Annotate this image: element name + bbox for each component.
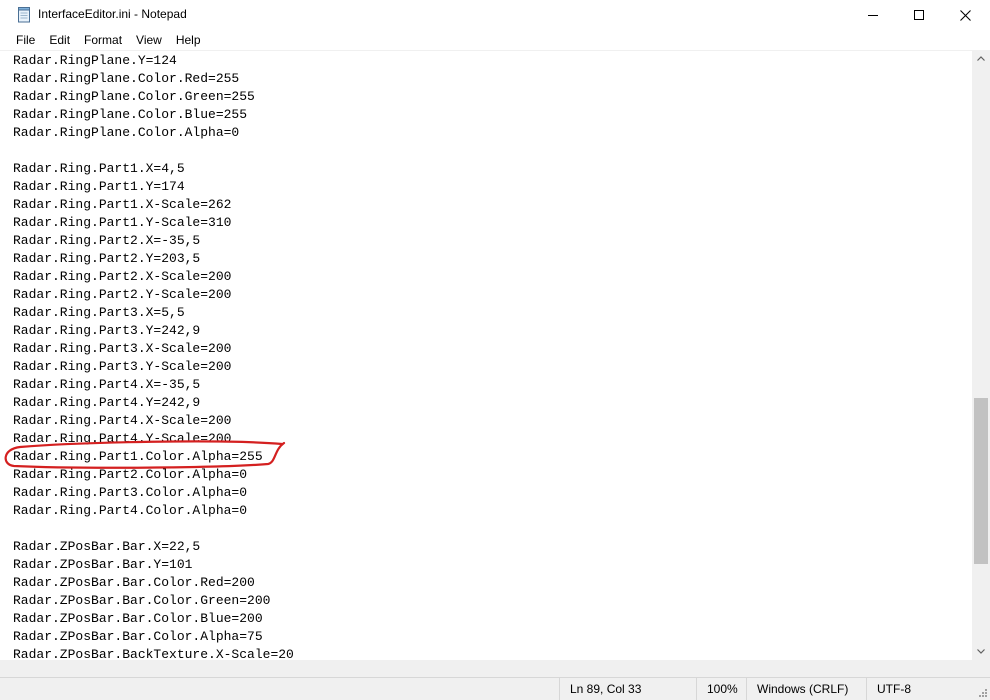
text-line: Radar.RingPlane.Color.Green=255 xyxy=(13,89,255,104)
maximize-button[interactable] xyxy=(896,0,942,30)
vertical-scroll-thumb[interactable] xyxy=(974,398,988,564)
text-line: Radar.Ring.Part3.X=5,5 xyxy=(13,305,185,320)
text-line: Radar.ZPosBar.BackTexture.X-Scale=20 xyxy=(13,647,294,660)
scrollbar-corner xyxy=(972,660,990,677)
menu-help[interactable]: Help xyxy=(169,30,208,50)
text-line: Radar.Ring.Part3.Y=242,9 xyxy=(13,323,201,338)
text-line: Radar.Ring.Part2.X=-35,5 xyxy=(13,233,201,248)
text-line: Radar.Ring.Part4.Y-Scale=200 xyxy=(13,431,232,446)
close-icon xyxy=(959,9,971,21)
text-line: Radar.RingPlane.Color.Blue=255 xyxy=(13,107,248,122)
maximize-icon xyxy=(914,10,924,20)
text-line: Radar.Ring.Part2.X-Scale=200 xyxy=(13,269,232,284)
status-encoding: UTF-8 xyxy=(866,678,990,700)
status-line-ending: Windows (CRLF) xyxy=(746,678,866,700)
text-line: Radar.Ring.Part4.X=-35,5 xyxy=(13,377,201,392)
text-line: Radar.ZPosBar.Bar.X=22,5 xyxy=(13,539,201,554)
text-line: Radar.Ring.Part1.Y-Scale=310 xyxy=(13,215,232,230)
vertical-scrollbar[interactable] xyxy=(972,50,990,660)
scroll-down-arrow-icon xyxy=(977,649,985,654)
text-line: Radar.Ring.Part2.Color.Alpha=0 xyxy=(13,467,248,482)
text-line: Radar.Ring.Part4.Y=242,9 xyxy=(13,395,201,410)
text-line: Radar.Ring.Part1.X-Scale=262 xyxy=(13,197,232,212)
notepad-window: InterfaceEditor.ini - Notepad File Edit … xyxy=(0,0,990,700)
menu-edit[interactable]: Edit xyxy=(42,30,77,50)
minimize-button[interactable] xyxy=(850,0,896,30)
text-line: Radar.Ring.Part3.Color.Alpha=0 xyxy=(13,485,248,500)
text-line: Radar.Ring.Part1.X=4,5 xyxy=(13,161,185,176)
close-button[interactable] xyxy=(942,0,988,30)
text-line xyxy=(13,520,294,538)
menu-bar: File Edit Format View Help xyxy=(0,30,990,50)
text-line: Radar.Ring.Part2.Y-Scale=200 xyxy=(13,287,232,302)
notepad-icon xyxy=(18,7,30,23)
text-line: Radar.Ring.Part4.Color.Alpha=0 xyxy=(13,503,248,518)
menu-format[interactable]: Format xyxy=(77,30,129,50)
text-line: Radar.RingPlane.Color.Alpha=0 xyxy=(13,125,240,140)
highlighted-text-line: Radar.Ring.Part1.Color.Alpha=255 xyxy=(13,449,263,464)
status-cursor-position: Ln 89, Col 33 xyxy=(559,678,696,700)
text-line: Radar.Ring.Part2.Y=203,5 xyxy=(13,251,201,266)
resize-grip-icon[interactable] xyxy=(978,688,988,698)
horizontal-scrollbar[interactable] xyxy=(0,660,972,677)
text-line: Radar.RingPlane.Color.Red=255 xyxy=(13,71,240,86)
text-line: Radar.ZPosBar.Bar.Color.Blue=200 xyxy=(13,611,263,626)
title-bar[interactable]: InterfaceEditor.ini - Notepad xyxy=(0,0,990,30)
text-line: Radar.ZPosBar.Bar.Y=101 xyxy=(13,557,193,572)
window-title: InterfaceEditor.ini - Notepad xyxy=(38,7,187,21)
scroll-up-arrow-icon xyxy=(977,56,985,61)
text-line: Radar.Ring.Part1.Y=174 xyxy=(13,179,185,194)
text-editor[interactable]: Radar.RingPlane.Y=124 Radar.RingPlane.Col… xyxy=(0,50,972,660)
text-line: Radar.RingPlane.Y=124 xyxy=(13,53,177,68)
scroll-up-button[interactable] xyxy=(972,50,990,67)
text-line: Radar.ZPosBar.Bar.Color.Green=200 xyxy=(13,593,271,608)
scroll-down-button[interactable] xyxy=(972,643,990,660)
minimize-icon xyxy=(868,15,878,16)
text-line: Radar.Ring.Part4.X-Scale=200 xyxy=(13,413,232,428)
text-line xyxy=(13,142,294,160)
text-line: Radar.Ring.Part3.Y-Scale=200 xyxy=(13,359,232,374)
text-line: Radar.ZPosBar.Bar.Color.Red=200 xyxy=(13,575,255,590)
menu-file[interactable]: File xyxy=(9,30,42,50)
status-zoom: 100% xyxy=(696,678,746,700)
text-content: Radar.RingPlane.Y=124 Radar.RingPlane.Col… xyxy=(13,52,294,660)
text-line: Radar.Ring.Part3.X-Scale=200 xyxy=(13,341,232,356)
menu-view[interactable]: View xyxy=(129,30,169,50)
text-line: Radar.ZPosBar.Bar.Color.Alpha=75 xyxy=(13,629,263,644)
status-bar: Ln 89, Col 33 100% Windows (CRLF) UTF-8 xyxy=(0,677,990,700)
